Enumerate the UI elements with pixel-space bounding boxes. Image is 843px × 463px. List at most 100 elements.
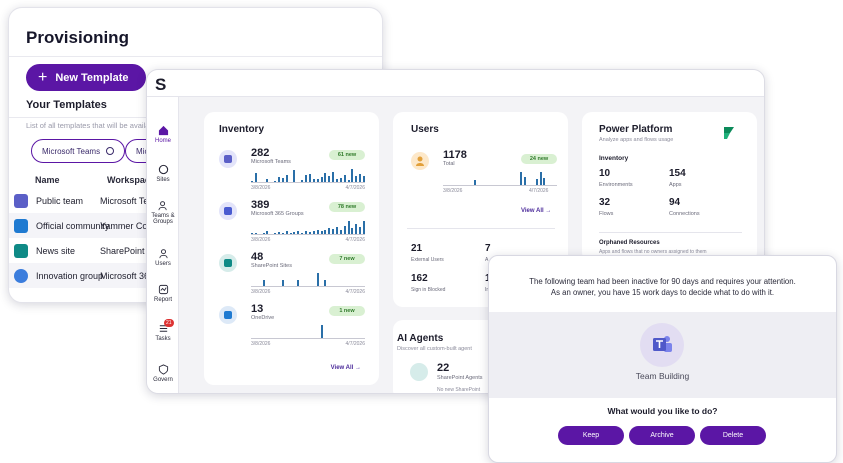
sparkline-bar: [293, 231, 296, 234]
sparkline-bar: [363, 220, 365, 234]
teams-icon: [653, 336, 672, 352]
new-template-button[interactable]: + New Template: [26, 64, 146, 91]
stat-value: 10: [599, 168, 611, 179]
sparkline-bar: [335, 227, 338, 234]
sparkline-bar: [274, 180, 277, 182]
nav-sites[interactable]: Sites: [147, 164, 179, 183]
users-new-badge: 24 new: [521, 154, 557, 164]
templates-description: List of all templates that will be avail…: [26, 121, 150, 130]
inventory-count: 48: [251, 251, 264, 263]
inventory-count: 13: [251, 303, 264, 315]
archive-button[interactable]: Archive: [629, 426, 695, 445]
inventory-item[interactable]: 282 Microsoft Teams 61 new 3/8/2026 4/7/2026: [219, 147, 365, 191]
sparkline-bar: [320, 324, 323, 338]
sparkline-bar: [266, 231, 269, 234]
sparkline-bar: [332, 171, 335, 182]
chip-label: Microsoft Teams: [42, 146, 101, 156]
filter-chip-microsoft-teams[interactable]: Microsoft Teams: [31, 139, 126, 163]
nav-label: Tasks: [155, 336, 171, 342]
nav-govern[interactable]: Govern: [147, 364, 179, 383]
keep-button[interactable]: Keep: [558, 426, 624, 445]
inventory-view-all-link[interactable]: View All →: [331, 365, 361, 371]
sparkline-bar: [343, 225, 346, 234]
users-end-date: 4/7/2026: [529, 188, 549, 194]
new-badge: 7 new: [329, 254, 365, 264]
sparkline-bar: [324, 229, 327, 234]
new-template-label: New Template: [55, 71, 129, 84]
sparkline-bar: [539, 172, 542, 185]
inventory-sparkline: [251, 168, 365, 183]
ai-agents-count-label: SharePoint Agents: [437, 375, 483, 381]
app-logo[interactable]: S: [155, 75, 166, 95]
column-header-name[interactable]: Name: [35, 175, 60, 185]
orphaned-title: Orphaned Resources: [599, 240, 660, 246]
inventory-item[interactable]: 13 OneDrive 1 new 3/8/2026 4/7/2026: [219, 303, 365, 347]
team-avatar: [640, 323, 684, 367]
inventory-count: 282: [251, 147, 270, 159]
tasks-badge: 21: [164, 319, 174, 327]
report-icon: [158, 284, 168, 295]
users-start-date: 3/8/2026: [443, 188, 463, 194]
nav-label: Sites: [156, 177, 170, 183]
sparkline-bar: [335, 179, 338, 182]
inventory-count: 389: [251, 199, 270, 211]
template-workspace: Yammer Co: [100, 220, 148, 231]
sparkline-bar: [351, 168, 354, 182]
user-icon: [411, 152, 429, 170]
stat-label: Flows: [599, 211, 614, 217]
sparkline-bar: [251, 180, 253, 182]
nav-users[interactable]: Users: [147, 248, 179, 267]
yammer-icon: [14, 218, 28, 233]
nav-label: Users: [155, 261, 171, 267]
sparkline-bar: [262, 232, 265, 234]
sparkline-bar: [254, 172, 257, 182]
stat-value: 7: [485, 243, 491, 254]
users-sparkline: [443, 172, 557, 186]
nav-report[interactable]: Report: [147, 284, 179, 303]
start-date: 3/8/2026: [251, 185, 271, 191]
power-platform-panel: Power Platform Analyze apps and flows us…: [582, 112, 757, 262]
sidebar: Home Sites Teams & Groups Users Report 2…: [147, 97, 179, 393]
sparkline-bar: [285, 175, 288, 182]
delete-button[interactable]: Delete: [700, 426, 766, 445]
sites-icon: [158, 164, 168, 175]
sparkline-bar: [316, 178, 319, 182]
users-title: Users: [411, 124, 439, 135]
dialog-message-line: As an owner, you have 15 work days to de…: [550, 288, 775, 297]
inventory-item[interactable]: 48 SharePoint Sites 7 new 3/8/2026 4/7/2026: [219, 251, 365, 295]
teams-icon: [14, 193, 28, 208]
workspace-icon: [219, 150, 237, 168]
sparkline-bar: [274, 232, 277, 234]
inventory-title: Inventory: [219, 124, 265, 135]
inactive-team-dialog: The following team had been inactive for…: [488, 255, 837, 463]
dialog-question: What would you like to do?: [607, 406, 718, 416]
nav-teams-groups[interactable]: Teams & Groups: [147, 200, 179, 225]
sharepoint-icon: [14, 243, 28, 258]
nav-tasks[interactable]: 21 Tasks: [147, 319, 179, 342]
sparkline-bar: [324, 279, 327, 286]
sparkline-bar: [320, 177, 323, 182]
pp-inventory-label: Inventory: [599, 155, 629, 162]
sparkline-bar: [251, 232, 253, 234]
nav-home[interactable]: Home: [147, 125, 179, 144]
inventory-item[interactable]: 389 Microsoft 365 Groups 78 new 3/8/2026 4/7…: [219, 199, 365, 243]
start-date: 3/8/2026: [251, 237, 271, 243]
users-view-all-link[interactable]: View All →: [521, 208, 551, 214]
sparkline-bar: [339, 229, 342, 234]
stat-label: Apps: [669, 182, 682, 188]
sparkline-bar: [316, 229, 319, 234]
sparkline-bar: [339, 177, 342, 182]
sparkline-bar: [278, 177, 281, 182]
template-name: Innovation group: [36, 270, 104, 281]
stat-value: 21: [411, 243, 423, 254]
ai-agents-count: 22: [437, 362, 450, 374]
inventory-sparkline: [251, 324, 365, 339]
stat-label: External Users: [411, 257, 444, 263]
sparkline-bar: [266, 179, 269, 182]
sparkline-bar: [308, 231, 311, 234]
sparkline-bar: [359, 227, 362, 234]
dialog-message-line: The following team had been inactive for…: [529, 277, 796, 286]
users-icon: [158, 249, 168, 259]
new-badge: 1 new: [329, 306, 365, 316]
power-platform-subtitle: Analyze apps and flows usage: [599, 137, 674, 143]
